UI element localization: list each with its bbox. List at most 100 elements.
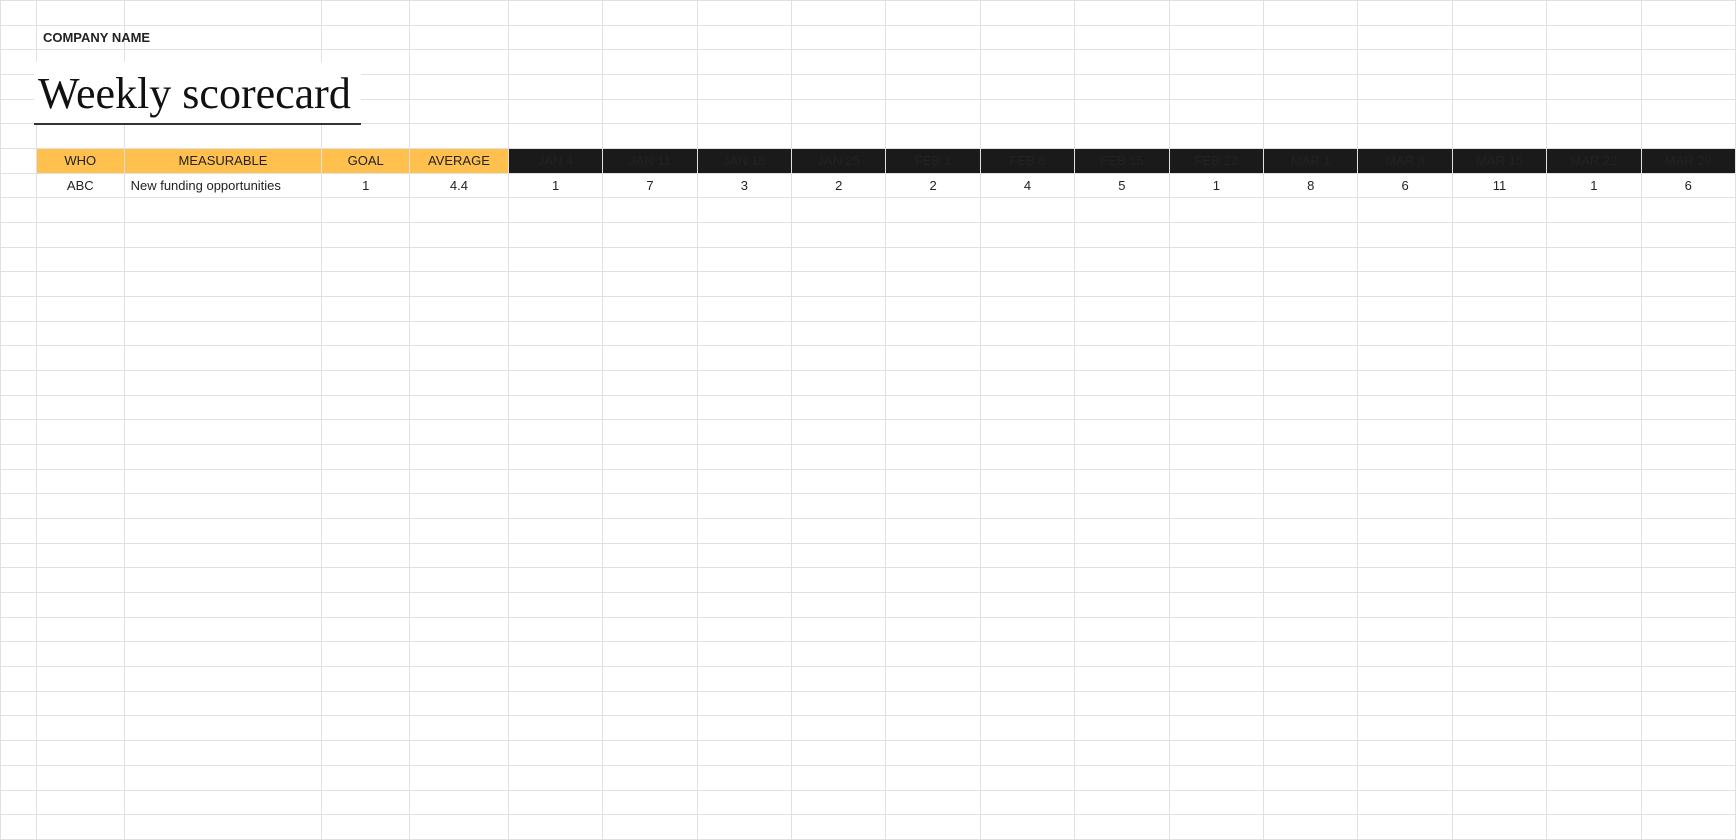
- cell[interactable]: [792, 420, 886, 445]
- cell-value[interactable]: 11: [1452, 173, 1546, 198]
- cell[interactable]: [1452, 321, 1546, 346]
- cell[interactable]: [508, 543, 602, 568]
- cell[interactable]: [1358, 371, 1452, 396]
- cell[interactable]: [1452, 297, 1546, 322]
- cell[interactable]: [1075, 223, 1169, 248]
- cell[interactable]: [1169, 445, 1263, 470]
- cell[interactable]: [792, 790, 886, 815]
- cell[interactable]: [508, 593, 602, 618]
- cell[interactable]: [1358, 469, 1452, 494]
- row-gutter[interactable]: [1, 247, 37, 272]
- cell[interactable]: [1452, 198, 1546, 223]
- cell[interactable]: [1075, 25, 1169, 50]
- cell[interactable]: [980, 519, 1074, 544]
- cell-value[interactable]: 1: [1547, 173, 1641, 198]
- cell[interactable]: [1264, 716, 1358, 741]
- cell[interactable]: [697, 716, 791, 741]
- cell[interactable]: [1547, 519, 1641, 544]
- cell[interactable]: [36, 642, 124, 667]
- cell[interactable]: [697, 494, 791, 519]
- cell[interactable]: [1358, 25, 1452, 50]
- cell[interactable]: [980, 223, 1074, 248]
- cell[interactable]: [1358, 617, 1452, 642]
- cell[interactable]: [410, 667, 509, 692]
- cell[interactable]: [1641, 469, 1735, 494]
- cell-value[interactable]: 1: [1169, 173, 1263, 198]
- cell[interactable]: [980, 99, 1074, 124]
- cell[interactable]: [792, 25, 886, 50]
- cell[interactable]: [410, 765, 509, 790]
- cell[interactable]: [124, 321, 322, 346]
- cell[interactable]: [1547, 395, 1641, 420]
- cell[interactable]: [980, 469, 1074, 494]
- cell[interactable]: [1169, 25, 1263, 50]
- cell[interactable]: [886, 691, 980, 716]
- cell[interactable]: [36, 247, 124, 272]
- cell[interactable]: [886, 395, 980, 420]
- cell[interactable]: [1358, 75, 1452, 100]
- cell[interactable]: [1264, 346, 1358, 371]
- cell[interactable]: [792, 741, 886, 766]
- cell[interactable]: [697, 1, 791, 26]
- row-gutter[interactable]: [1, 395, 37, 420]
- cell[interactable]: [1358, 667, 1452, 692]
- cell[interactable]: [1169, 346, 1263, 371]
- cell[interactable]: [1547, 297, 1641, 322]
- cell[interactable]: [410, 25, 509, 50]
- cell[interactable]: [322, 469, 410, 494]
- cell[interactable]: [980, 371, 1074, 396]
- cell[interactable]: [322, 124, 410, 149]
- cell[interactable]: [36, 420, 124, 445]
- cell[interactable]: [508, 568, 602, 593]
- cell[interactable]: [1641, 790, 1735, 815]
- cell[interactable]: [410, 519, 509, 544]
- cell[interactable]: [1452, 420, 1546, 445]
- row-gutter[interactable]: [1, 741, 37, 766]
- cell[interactable]: [322, 667, 410, 692]
- cell[interactable]: [1358, 420, 1452, 445]
- cell[interactable]: [508, 371, 602, 396]
- cell[interactable]: [1452, 50, 1546, 75]
- cell[interactable]: [322, 543, 410, 568]
- cell[interactable]: [1169, 494, 1263, 519]
- cell[interactable]: [1641, 593, 1735, 618]
- cell[interactable]: [36, 297, 124, 322]
- cell[interactable]: [1358, 568, 1452, 593]
- cell[interactable]: [1641, 765, 1735, 790]
- cell[interactable]: [1641, 25, 1735, 50]
- cell[interactable]: [1452, 346, 1546, 371]
- cell[interactable]: [1169, 198, 1263, 223]
- cell[interactable]: [410, 99, 509, 124]
- cell[interactable]: [1169, 642, 1263, 667]
- cell[interactable]: [1264, 667, 1358, 692]
- cell[interactable]: [886, 99, 980, 124]
- cell[interactable]: [1547, 691, 1641, 716]
- cell[interactable]: [697, 198, 791, 223]
- cell[interactable]: [322, 198, 410, 223]
- cell[interactable]: [697, 445, 791, 470]
- cell[interactable]: [603, 223, 697, 248]
- cell[interactable]: [1358, 593, 1452, 618]
- cell[interactable]: [322, 519, 410, 544]
- row-gutter[interactable]: [1, 272, 37, 297]
- cell[interactable]: [1452, 617, 1546, 642]
- cell[interactable]: [1075, 445, 1169, 470]
- cell[interactable]: [124, 716, 322, 741]
- cell[interactable]: [603, 642, 697, 667]
- cell[interactable]: [1358, 247, 1452, 272]
- cell[interactable]: [1169, 371, 1263, 396]
- cell[interactable]: [124, 741, 322, 766]
- cell[interactable]: [508, 716, 602, 741]
- cell[interactable]: [792, 642, 886, 667]
- cell[interactable]: [36, 519, 124, 544]
- spreadsheet-sheet[interactable]: Weekly scorecard COMPANY NAMEWHOMEASURAB…: [0, 0, 1736, 840]
- cell[interactable]: [886, 124, 980, 149]
- cell[interactable]: [1264, 593, 1358, 618]
- cell[interactable]: [1358, 395, 1452, 420]
- cell[interactable]: [1547, 346, 1641, 371]
- cell[interactable]: [886, 494, 980, 519]
- cell[interactable]: [1452, 99, 1546, 124]
- cell[interactable]: [1075, 691, 1169, 716]
- cell[interactable]: [124, 247, 322, 272]
- cell[interactable]: [697, 642, 791, 667]
